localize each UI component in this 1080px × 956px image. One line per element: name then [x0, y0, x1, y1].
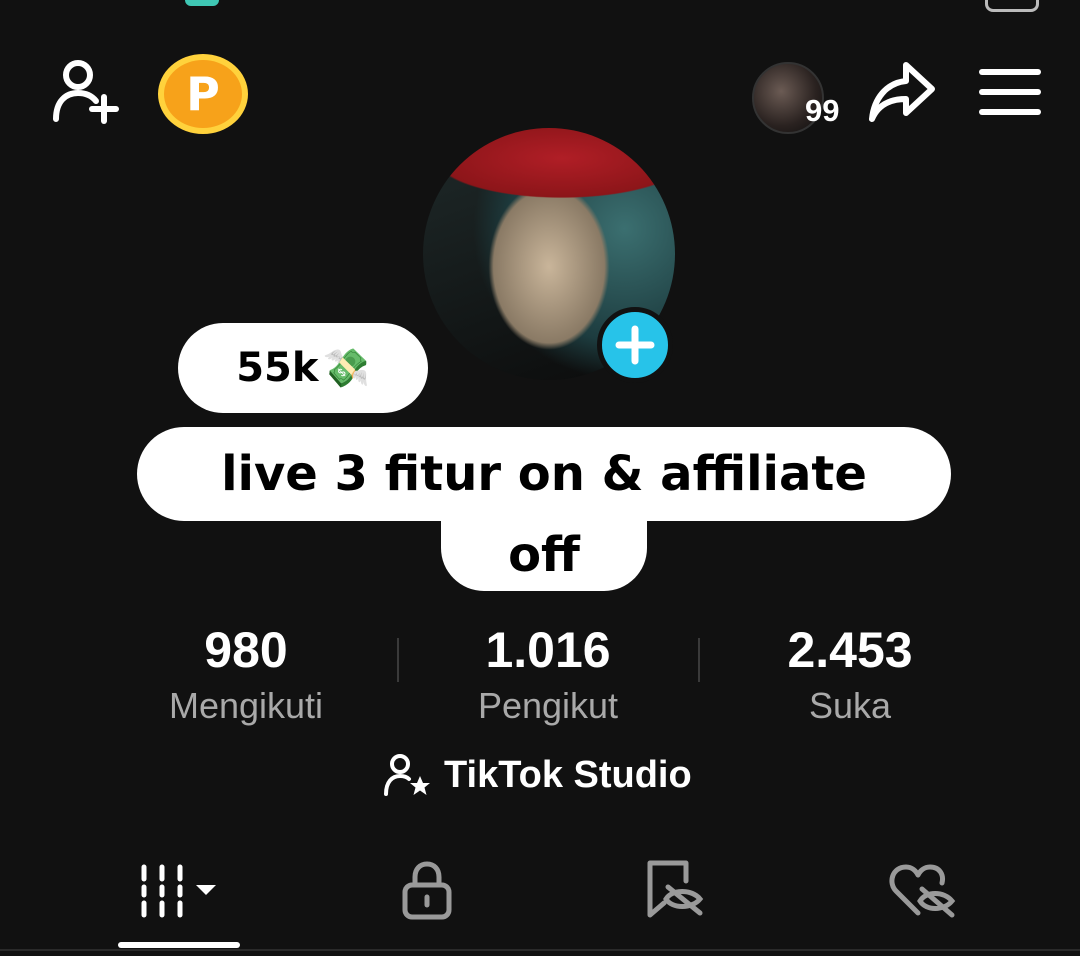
coin-label: P — [186, 67, 220, 121]
hamburger-menu-icon — [979, 69, 1041, 115]
bookmark-hidden-icon — [647, 860, 704, 918]
following-count: 980 — [204, 622, 288, 678]
add-friend-icon — [53, 60, 119, 124]
story-count-badge: 99 — [805, 93, 840, 128]
likes-count: 2.453 — [787, 622, 913, 678]
tab-liked[interactable] — [862, 858, 984, 922]
grid-icon — [141, 864, 216, 918]
battery-icon — [985, 0, 1039, 12]
add-avatar-button[interactable] — [597, 307, 673, 383]
plus-icon — [615, 325, 655, 365]
stat-following[interactable]: 980 Mengikuti — [126, 625, 366, 727]
status-bar — [0, 0, 1080, 10]
tab-saved[interactable] — [614, 858, 736, 922]
stat-followers[interactable]: 1.016 Pengikut — [428, 625, 668, 727]
share-button[interactable] — [864, 56, 940, 128]
off-sticker-text: off — [508, 527, 580, 583]
money-sticker-text: 55k — [236, 345, 319, 391]
money-with-wings-icon: 💸 — [322, 345, 370, 390]
live-sticker: live 3 fitur on & affiliate — [137, 427, 951, 521]
add-friend-button[interactable] — [48, 56, 124, 128]
following-label: Mengikuti — [168, 685, 324, 726]
tiktok-studio-label: TikTok Studio — [444, 753, 692, 796]
status-indicator — [185, 0, 219, 6]
heart-hidden-icon — [889, 864, 956, 918]
live-sticker-text: live 3 fitur on & affiliate — [221, 446, 867, 502]
money-sticker: 55k 💸 — [178, 323, 428, 413]
active-tab-indicator — [118, 942, 240, 948]
lock-icon — [402, 861, 452, 920]
share-icon — [869, 62, 935, 122]
stat-divider — [698, 638, 700, 682]
followers-label: Pengikut — [477, 685, 619, 726]
coin-button[interactable]: P — [158, 54, 248, 134]
tab-videos[interactable] — [118, 858, 240, 922]
stat-likes[interactable]: 2.453 Suka — [730, 625, 970, 727]
menu-button[interactable] — [974, 62, 1046, 122]
followers-count: 1.016 — [485, 622, 611, 678]
likes-label: Suka — [808, 685, 892, 726]
stat-divider — [397, 638, 399, 682]
tab-private[interactable] — [366, 858, 488, 922]
tab-bar-divider — [0, 949, 1080, 951]
creator-star-icon — [384, 754, 430, 796]
tiktok-studio-button[interactable]: TikTok Studio — [382, 750, 692, 800]
